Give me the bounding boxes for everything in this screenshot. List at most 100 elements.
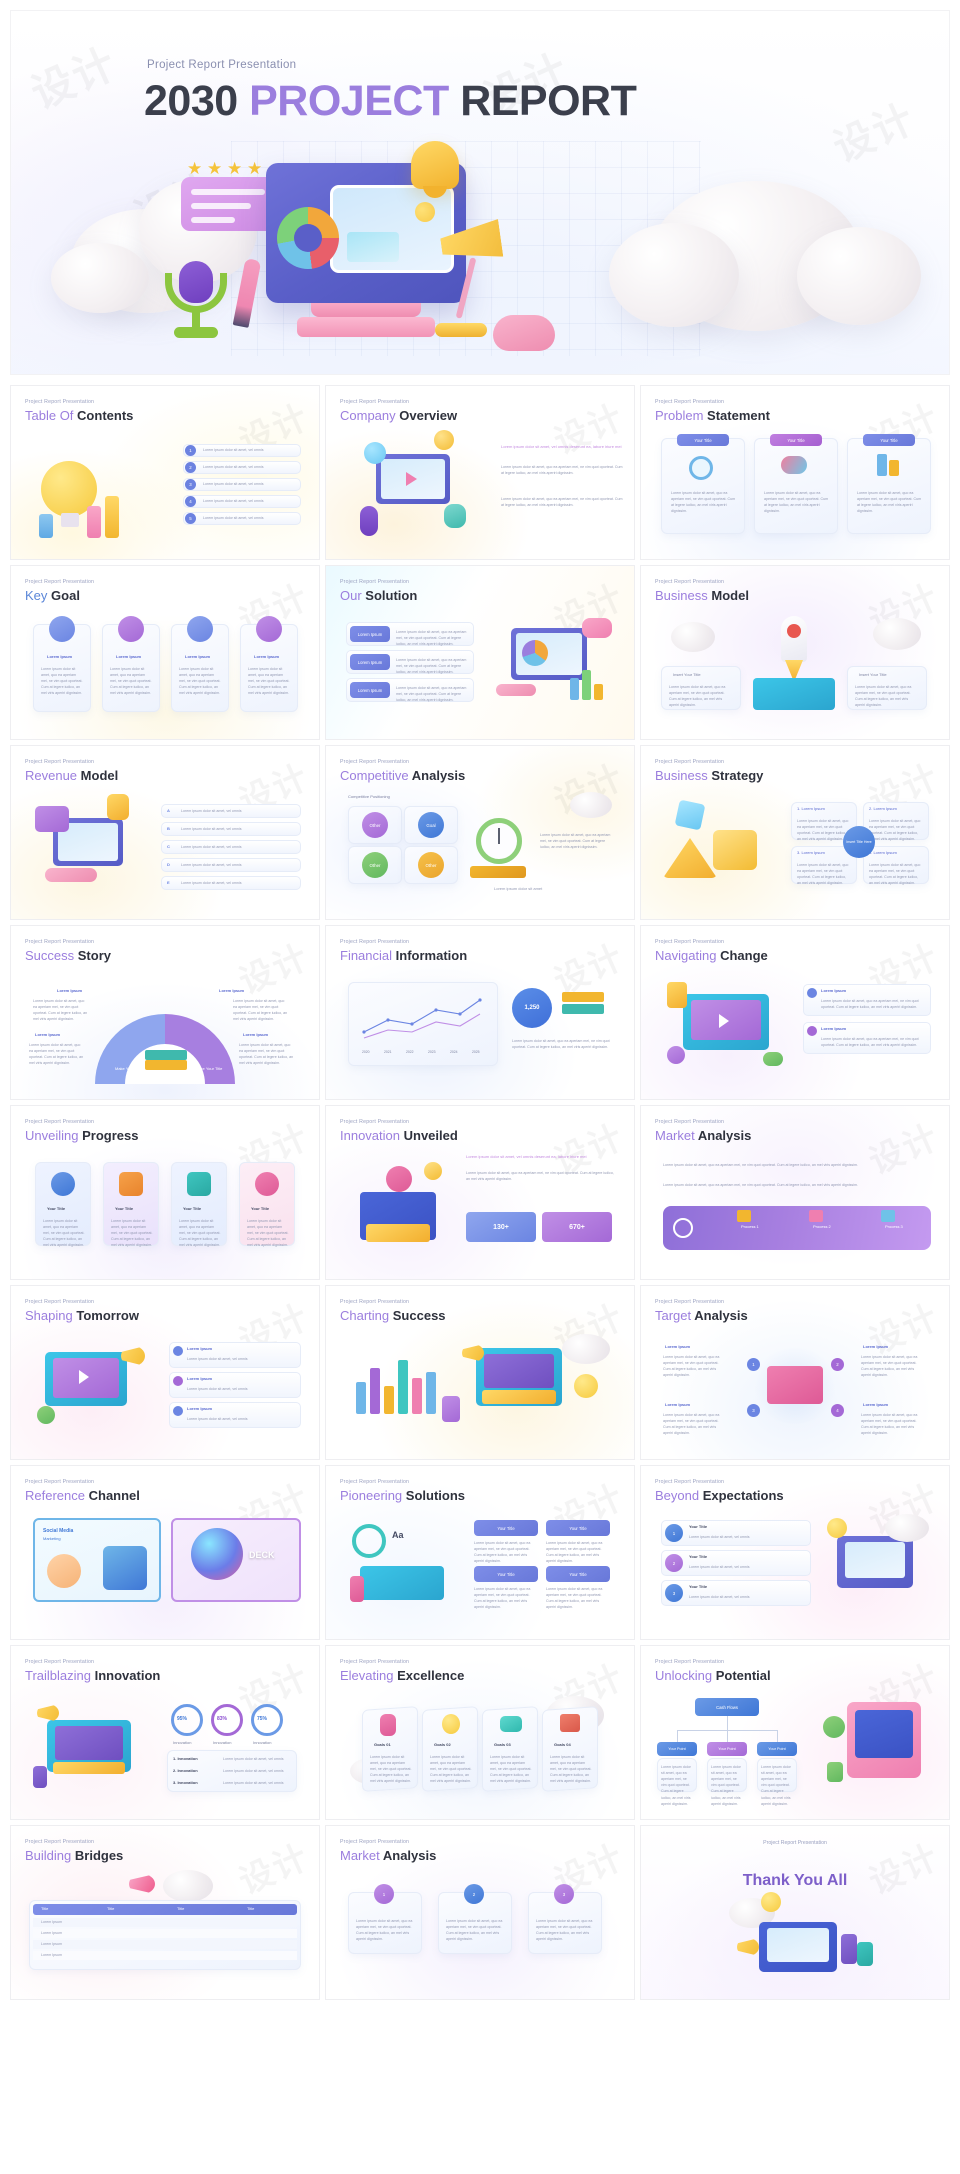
bar-icon [356, 1382, 366, 1414]
legend-label: Lorem Ipsum [57, 988, 83, 993]
keyboard-icon [482, 1390, 556, 1404]
sphere-icon [667, 1046, 685, 1064]
slide-thumbnail[interactable]: 设计 Project Report Presentation Beyond Ex… [640, 1465, 950, 1640]
slide-title: Competitive Analysis [340, 768, 466, 783]
card-title: Insert Your Title [673, 672, 701, 677]
slide-thumbnail[interactable]: 设计 Project Report Presentation Market An… [325, 1825, 635, 2000]
slide-eyebrow: Project Report Presentation [25, 759, 95, 765]
card-title: Your Title [115, 1206, 134, 1211]
sun-icon [761, 1892, 781, 1912]
slide-thumbnail[interactable]: 设计 Project Report Presentation Our Solut… [325, 565, 635, 740]
slide-thumbnail[interactable]: 设计 Project Report Presentation Thank You… [640, 1825, 950, 2000]
thank-you-title: Thank You All [742, 1872, 848, 1889]
slide-thumbnail[interactable]: 设计 Project Report Presentation Elevating… [325, 1645, 635, 1820]
slide-thumbnail[interactable]: 设计 Project Report Presentation Navigatin… [640, 925, 950, 1100]
capsule-icon [763, 1052, 783, 1066]
slide-thumbnail[interactable]: 设计 Project Report Presentation Business … [640, 565, 950, 740]
column-header: Title [107, 1906, 115, 1911]
sun-icon [415, 202, 435, 222]
step-label: Process 3 [885, 1224, 903, 1229]
hero-slide[interactable]: 设计 设计 设计 设计 设计 ★ ★ ★ ★ [10, 10, 950, 375]
tag-icon [809, 1210, 823, 1222]
keyboard-icon [366, 1224, 430, 1242]
column-header: Title [247, 1906, 255, 1911]
slide-title: Trailblazing Innovation [25, 1668, 161, 1683]
slide-eyebrow: Project Report Presentation [655, 1119, 725, 1125]
slide-thumbnail[interactable]: 设计 Project Report Presentation Trailblaz… [10, 1645, 320, 1820]
slide-title: Elevating Excellence [340, 1668, 465, 1683]
card-title: Goals 01 [374, 1742, 391, 1747]
monitor-base [297, 317, 435, 337]
star-icon: ★ [227, 159, 243, 178]
page-title: 2030 PROJECT REPORT [144, 77, 637, 126]
card-body: Lorem ipsum dolor sit amet, quo ea aperi… [550, 1755, 592, 1784]
slide-eyebrow: Project Report Presentation [25, 1119, 95, 1125]
card-title: Lorem Ipsum [185, 654, 211, 659]
bubble-icon [364, 442, 386, 464]
slide-thumbnail[interactable]: 设计 Project Report Presentation Revenue M… [10, 745, 320, 920]
slide-thumbnail[interactable]: 设计 Project Report Presentation Financial… [325, 925, 635, 1100]
slide-thumbnail[interactable]: 设计 Project Report Presentation Building … [10, 1825, 320, 2000]
star-icon: ★ [207, 159, 223, 178]
sphere-icon [37, 1406, 55, 1424]
row-letter: C [167, 844, 170, 849]
bar-icon [384, 1386, 394, 1414]
slide-thumbnail[interactable]: 设计 Project Report Presentation Problem S… [640, 385, 950, 560]
row-letter: A [167, 808, 170, 813]
slide-eyebrow: Project Report Presentation [25, 579, 95, 585]
slide-thumbnail[interactable]: 设计 Project Report Presentation Unlocking… [640, 1645, 950, 1820]
slide-eyebrow: Project Report Presentation [655, 579, 725, 585]
microphone-icon [444, 504, 466, 528]
slide-thumbnail[interactable]: 设计 Project Report Presentation Reference… [10, 1465, 320, 1640]
row-title: Your Title [689, 1584, 708, 1589]
slide-thumbnail[interactable]: 设计 Project Report Presentation Target An… [640, 1285, 950, 1460]
sphere-icon [386, 1166, 412, 1192]
slide-thumbnail[interactable]: 设计 Project Report Presentation Pioneerin… [325, 1465, 635, 1640]
bottle-icon [33, 1766, 47, 1788]
bar-icon [889, 460, 899, 476]
book-icon [145, 1060, 187, 1070]
slide-thumbnail[interactable]: 设计 Project Report Presentation Success S… [10, 925, 320, 1100]
slide-thumbnail[interactable]: 设计 Project Report Presentation Competiti… [325, 745, 635, 920]
body-paragraph: Lorem ipsum dolor sit amet, quo ea aperi… [512, 1039, 610, 1050]
pencil-icon [841, 1934, 857, 1964]
node-body: Lorem ipsum dolor sit amet, quo ea aperi… [661, 1765, 691, 1806]
slide-thumbnail[interactable]: 设计 Project Report Presentation Market An… [640, 1105, 950, 1280]
slide-eyebrow: Project Report Presentation [340, 1119, 410, 1125]
slide-thumbnail[interactable]: 设计 Project Report Presentation Innovatio… [325, 1105, 635, 1280]
monitor-screen [845, 1542, 905, 1578]
bar-icon [412, 1378, 422, 1414]
book-icon [145, 1050, 187, 1060]
axis-tick: 2020 [362, 1050, 370, 1054]
caption: Lorem ipsum dolor sit amet [494, 886, 543, 891]
slide-eyebrow: Project Report Presentation [763, 1840, 827, 1846]
slide-thumbnail[interactable]: 设计 Project Report Presentation Shaping T… [10, 1285, 320, 1460]
slide-thumbnail[interactable]: 设计 Project Report Presentation Company O… [325, 385, 635, 560]
slide-thumbnail[interactable]: 设计 Project Report Presentation Key Goal … [10, 565, 320, 740]
search-icon [673, 1218, 693, 1238]
card-body: Lorem ipsum dolor sit amet, quo ea aperi… [869, 819, 921, 842]
cloud-icon [570, 792, 612, 818]
card-title: Goals 04 [554, 1742, 571, 1747]
image-icon [347, 232, 399, 262]
step-badge [118, 616, 144, 642]
column-header: Title [41, 1906, 49, 1911]
bar-icon [582, 670, 591, 700]
bar-icon [570, 678, 579, 700]
slide-thumbnail[interactable]: 设计 Project Report Presentation Business … [640, 745, 950, 920]
slide-eyebrow: Project Report Presentation [25, 1479, 95, 1485]
slide-thumbnail[interactable]: 设计 Project Report Presentation Unveiling… [10, 1105, 320, 1280]
card-body: Lorem ipsum dolor sit amet, quo ea aperi… [797, 863, 849, 886]
node-body: Lorem ipsum dolor sit amet, quo ea aperi… [711, 1765, 741, 1806]
card-title: Lorem Ipsum [116, 654, 142, 659]
slide-eyebrow: Project Report Presentation [655, 1479, 725, 1485]
card-title: Lorem Ipsum [47, 654, 73, 659]
org-node: Your Point [757, 1742, 797, 1756]
row-body: Lorem ipsum dolor sit amet, vel omnis [689, 1595, 750, 1599]
slide-thumbnail[interactable]: 设计 Project Report Presentation Charting … [325, 1285, 635, 1460]
card-body: Lorem ipsum dolor sit amet, quo ea aperi… [110, 667, 152, 696]
slide-thumbnail[interactable]: 设计 #9b7ede Project Report Presentation T… [10, 385, 320, 560]
row-body: Lorem ipsum dolor sit amet, vel omnis [187, 1417, 248, 1421]
card-body: Lorem ipsum dolor sit amet, quo ea aperi… [474, 1587, 531, 1610]
hero-title-year: 2030 [144, 77, 238, 125]
